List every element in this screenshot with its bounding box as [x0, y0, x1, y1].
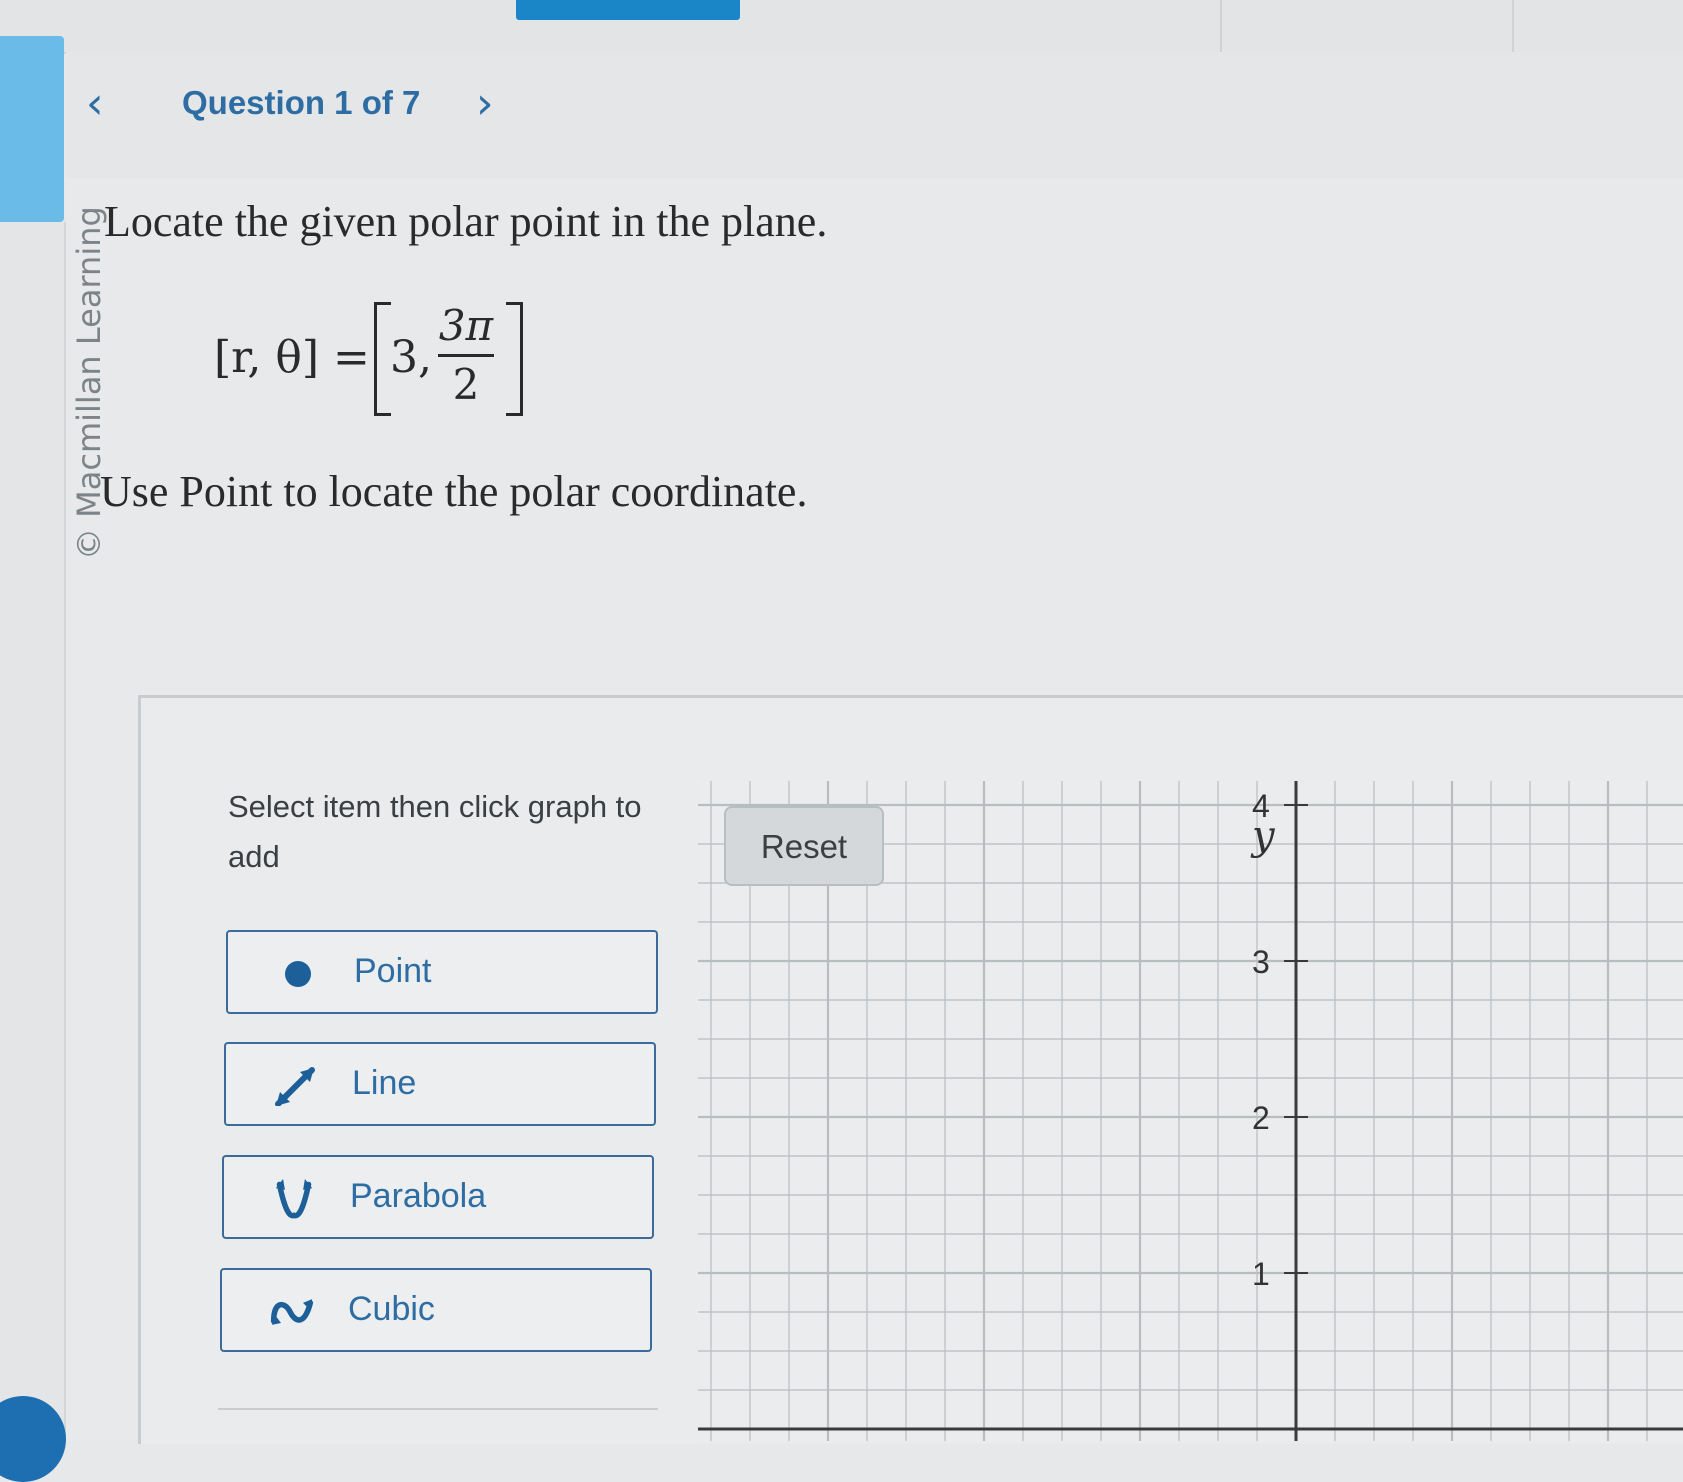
line-arrow-icon	[275, 1067, 315, 1106]
fraction-denominator: 2	[452, 360, 480, 409]
question-counter[interactable]: Question 1 of 7	[182, 84, 420, 122]
parabola-tool-label: Parabola	[350, 1177, 487, 1215]
top-divider	[1512, 0, 1514, 52]
point-tool-label: Point	[354, 952, 432, 990]
sidebar-toggle[interactable]	[0, 36, 64, 222]
y-tick-label: 3	[1252, 944, 1270, 980]
top-divider	[1220, 0, 1222, 52]
cubic-tool-label: Cubic	[348, 1290, 435, 1328]
cubic-icon	[270, 1299, 314, 1325]
question-prompt: Locate the given polar point in the plan…	[104, 197, 828, 246]
fraction-bar	[438, 354, 494, 357]
line-tool-label: Line	[352, 1064, 417, 1102]
tools-divider	[218, 1408, 658, 1410]
line-tool-button[interactable]: Line	[224, 1042, 656, 1126]
point-tool-button[interactable]: Point	[226, 930, 658, 1014]
tool-hint: Select item then click graph to add	[228, 789, 642, 874]
chevron-left-icon[interactable]: ‹	[86, 78, 104, 129]
parabola-tool-button[interactable]: Parabola	[222, 1155, 654, 1239]
y-tick-label: 1	[1252, 1256, 1270, 1292]
cubic-tool-button[interactable]: Cubic	[220, 1268, 652, 1352]
top-strip	[0, 0, 1683, 54]
reset-button[interactable]: Reset	[724, 806, 884, 886]
left-rail	[0, 222, 66, 1441]
dot-icon	[285, 961, 311, 987]
fraction-numerator: 3π	[438, 301, 494, 350]
left-bracket	[374, 302, 391, 416]
parabola-icon	[275, 1179, 313, 1219]
formula-lhs: [r, θ] =	[214, 332, 370, 383]
y-axis-label: y	[1250, 813, 1276, 859]
chevron-right-icon[interactable]: ›	[476, 78, 494, 129]
question-instruction: Use Point to locate the polar coordinate…	[100, 467, 808, 516]
active-tab-indicator[interactable]	[516, 0, 740, 20]
formula-theta-fraction: 3π 2	[438, 300, 494, 411]
reset-button-label: Reset	[760, 828, 848, 865]
right-bracket	[506, 302, 523, 416]
y-tick-label: 2	[1252, 1100, 1270, 1136]
formula-r-value: 3,	[390, 332, 432, 383]
